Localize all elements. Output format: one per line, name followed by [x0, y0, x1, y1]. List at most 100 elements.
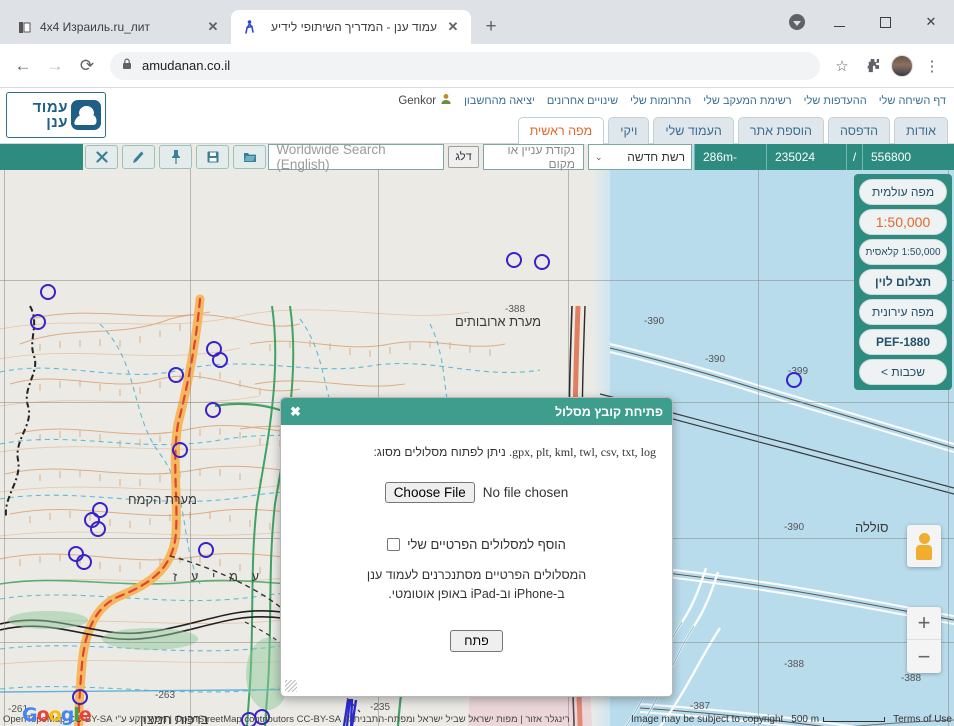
- browser-tab-1-title: 4x4 Израиль.ru_лит: [40, 20, 150, 34]
- worldwide-search-input[interactable]: Worldwide Search (English): [268, 144, 445, 172]
- save-icon[interactable]: [196, 145, 230, 169]
- map-label-cave-hakemach: מערת הקמח: [128, 492, 197, 507]
- zoom-in-button[interactable]: +: [907, 607, 941, 640]
- window-maximize-button[interactable]: [862, 5, 908, 39]
- user-link-recent-changes[interactable]: שינויים אחרונים: [547, 95, 618, 107]
- layer-button-pef-1880[interactable]: PEF-1880: [859, 329, 947, 355]
- browser-tab-1[interactable]: 4x4 Израиль.ru_лит ✕: [6, 10, 231, 44]
- site-tabs: מפה ראשית ויקי העמוד שלי הוספת אתר הדפסה…: [517, 117, 948, 144]
- layer-button-50000[interactable]: 1:50,000: [859, 209, 947, 235]
- clear-close-icon[interactable]: [85, 145, 119, 169]
- waypoint-marker[interactable]: [205, 402, 221, 418]
- window-minimize-button[interactable]: [816, 5, 862, 39]
- browser-tab-1-close-icon[interactable]: ✕: [205, 19, 221, 35]
- sync-note-line2: ב-iPhone וב-iPad באופן אוטומטי.: [297, 585, 656, 604]
- waypoint-marker[interactable]: [172, 442, 188, 458]
- tab-about[interactable]: אודות: [894, 117, 948, 144]
- waypoint-marker[interactable]: [198, 542, 214, 558]
- site-header: עמוד ענן Genkor יציאה מהחשבון שינויים אח…: [0, 88, 954, 144]
- altitude-display: -286m: [694, 144, 766, 170]
- close-icon[interactable]: ✖: [290, 404, 301, 420]
- elevation-label: -388: [505, 304, 526, 315]
- sync-note-line1: המסלולים הפרטיים מסתנכרנים לעמוד ענן: [366, 568, 587, 582]
- waypoint-marker[interactable]: [168, 367, 184, 383]
- map-viewport[interactable]: מערת ארובותים מערת הקמח ע מ י ע ז ברכות …: [0, 144, 954, 726]
- browser-tab-2-close-icon[interactable]: ✕: [445, 19, 461, 35]
- tab-print[interactable]: הדפסה: [827, 117, 891, 144]
- user-link-logout[interactable]: יציאה מהחשבון: [464, 95, 535, 107]
- user-icon: [440, 93, 452, 108]
- waypoint-marker[interactable]: [30, 314, 46, 330]
- sync-note: המסלולים הפרטיים מסתנכרנים לעמוד ענן ב-i…: [297, 566, 656, 604]
- walking-person-icon: [241, 19, 257, 35]
- avatar[interactable]: [888, 52, 916, 80]
- window-close-button[interactable]: ✕: [908, 5, 954, 39]
- open-button[interactable]: פתח: [450, 629, 503, 652]
- waypoint-marker[interactable]: [254, 709, 270, 725]
- user-chip[interactable]: Genkor: [398, 93, 452, 108]
- elevation-label: -388: [901, 673, 922, 684]
- dialog-body: .gpx, plt, kml, twl, csv, txt, log ניתן …: [281, 425, 672, 696]
- waypoint-marker[interactable]: [90, 521, 106, 537]
- cloud-logo-icon: [71, 100, 101, 130]
- user-link-watchlist[interactable]: רשימת המעקב שלי: [703, 95, 791, 107]
- browser-tab-2[interactable]: עמוד ענן - המדריך השיתופי לידיע ✕: [231, 10, 471, 44]
- add-to-private-routes-checkbox[interactable]: [387, 538, 401, 551]
- layer-button-satellite[interactable]: תצלום לוין: [859, 269, 947, 295]
- site-logo[interactable]: עמוד ענן: [6, 92, 106, 138]
- user-link-talk-page[interactable]: דף השיחה שלי: [879, 95, 946, 107]
- waypoint-marker[interactable]: [76, 554, 92, 570]
- user-link-contributions[interactable]: התרומות שלי: [630, 95, 691, 107]
- dialog-header[interactable]: פתיחת קובץ מסלול ✖: [281, 398, 672, 425]
- site-content: עמוד ענן Genkor יציאה מהחשבון שינויים אח…: [0, 88, 954, 726]
- elevation-label: -388: [784, 659, 805, 670]
- sync-note-mid: וב-: [495, 586, 515, 601]
- browser-toolbar: ← → ⟳ amudanan.co.il ☆ ⋮: [0, 44, 954, 88]
- sync-note-ipad: iPad: [470, 586, 496, 601]
- map-label-cave-arubotaim: מערת ארובותים: [455, 314, 542, 329]
- waypoint-marker[interactable]: [40, 284, 56, 300]
- back-icon[interactable]: ←: [8, 51, 38, 81]
- choose-file-button[interactable]: Choose File: [384, 482, 475, 503]
- waypoint-marker[interactable]: [212, 352, 228, 368]
- browser-window: 4x4 Израиль.ru_лит ✕ עמוד ענן - המדריך ה…: [0, 0, 954, 726]
- map-label-embankment: סוללה: [855, 520, 889, 535]
- layer-button-world-map[interactable]: מפה עולמית: [859, 179, 947, 205]
- elevation-label: -235: [370, 702, 391, 713]
- browser-menu-icon[interactable]: ⋮: [918, 52, 946, 80]
- dialog-title: פתיחת קובץ מסלול: [554, 404, 663, 419]
- edit-pencil-icon[interactable]: [122, 145, 156, 169]
- open-file-icon[interactable]: [233, 145, 267, 169]
- street-view-pegman-icon[interactable]: [907, 525, 941, 567]
- sync-note-prefix: ב-: [553, 586, 565, 601]
- user-link-preferences[interactable]: ההעדפות שלי: [804, 95, 867, 107]
- forward-icon[interactable]: →: [40, 51, 70, 81]
- extensions-icon[interactable]: [858, 52, 886, 80]
- place-search-input[interactable]: נקודת עניין או מקום: [482, 144, 584, 171]
- waypoint-marker[interactable]: [506, 252, 522, 268]
- new-tab-button[interactable]: +: [477, 13, 505, 41]
- waypoint-marker[interactable]: [786, 372, 802, 388]
- bookmark-icon: [16, 19, 32, 35]
- reload-icon[interactable]: ⟳: [72, 51, 102, 81]
- waypoint-marker[interactable]: [534, 254, 550, 270]
- waypoint-marker[interactable]: [72, 689, 88, 705]
- elevation-label: -390: [644, 316, 665, 327]
- tab-wiki[interactable]: ויקי: [608, 117, 650, 144]
- tab-add-site[interactable]: הוספת אתר: [737, 117, 824, 144]
- layer-button-50000-classic[interactable]: 1:50,000 קלאסית: [859, 239, 947, 265]
- layer-button-city-map[interactable]: מפה עירונית: [859, 299, 947, 325]
- pin-icon[interactable]: [159, 145, 193, 169]
- tab-main-map[interactable]: מפה ראשית: [517, 117, 605, 144]
- skip-button[interactable]: דלג: [448, 146, 479, 168]
- dialog-resize-handle[interactable]: [285, 680, 297, 692]
- tab-my-page[interactable]: העמוד שלי: [653, 117, 734, 144]
- user-name: Genkor: [398, 94, 437, 107]
- zoom-out-button[interactable]: −: [907, 640, 941, 673]
- layer-button-layers[interactable]: שכבות >: [859, 359, 947, 385]
- file-input-row: Choose File No file chosen: [297, 482, 656, 503]
- network-select[interactable]: רשת חדשה ⌄: [588, 144, 692, 170]
- address-bar[interactable]: amudanan.co.il: [110, 51, 820, 80]
- profile-indicator-icon[interactable]: [778, 0, 816, 44]
- bookmark-star-icon[interactable]: ☆: [828, 52, 856, 80]
